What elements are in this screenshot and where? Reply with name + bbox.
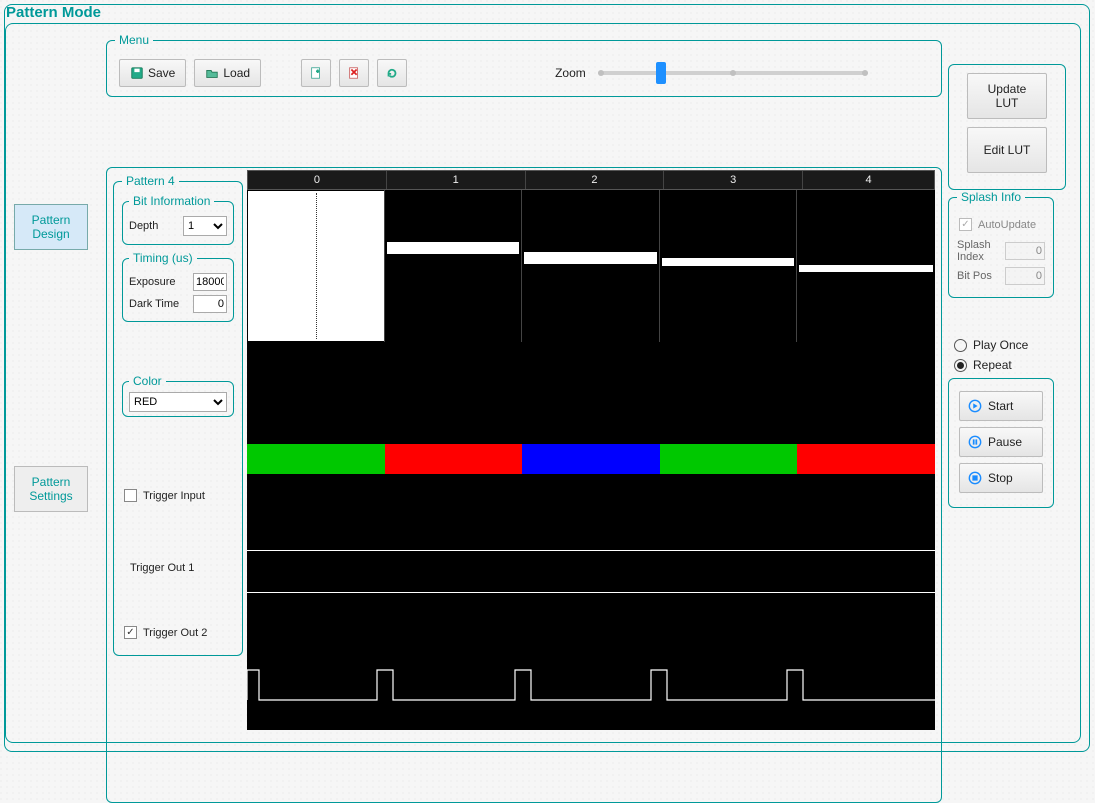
color-slot[interactable] [385, 444, 523, 474]
col-header: 3 [664, 171, 803, 189]
zoom-label: Zoom [555, 66, 586, 80]
pause-icon [968, 435, 982, 449]
refresh-button[interactable] [377, 59, 407, 87]
timing-legend: Timing (us) [129, 251, 197, 265]
trigger-out1-label: Trigger Out 1 [130, 562, 234, 574]
add-pattern-button[interactable] [301, 59, 331, 87]
update-lut-button[interactable]: Update LUT [967, 73, 1047, 119]
splash-index-label: Splash Index [957, 239, 999, 263]
pattern-bar[interactable] [799, 265, 933, 272]
save-button[interactable]: Save [119, 59, 186, 87]
stop-button[interactable]: Stop [959, 463, 1043, 493]
gap-row [247, 342, 935, 444]
zoom-thumb[interactable] [656, 62, 666, 84]
pattern-bar[interactable] [524, 252, 657, 264]
pattern-fieldset: Pattern 4 Bit Information Depth 1 Timing… [113, 174, 243, 656]
depth-select[interactable]: 1 [183, 216, 227, 236]
color-fieldset: Color RED [122, 374, 234, 417]
play-icon [968, 399, 982, 413]
plus-page-icon [309, 66, 323, 80]
autoupdate-checkbox: ✓ [959, 218, 972, 231]
color-slot[interactable] [522, 444, 660, 474]
x-page-icon [347, 66, 361, 80]
trigger-input-label: Trigger Input [143, 490, 205, 502]
color-legend: Color [129, 374, 166, 388]
pause-label: Pause [988, 435, 1022, 449]
darktime-label: Dark Time [129, 298, 187, 310]
lut-buttons-frame: Update LUT Edit LUT [948, 64, 1066, 190]
edit-lut-button[interactable]: Edit LUT [967, 127, 1047, 173]
color-slot[interactable] [247, 444, 385, 474]
bit-info-legend: Bit Information [129, 194, 214, 208]
zoom-slider[interactable] [598, 71, 868, 75]
autoupdate-label: AutoUpdate [978, 219, 1036, 231]
menu-legend: Menu [115, 33, 153, 47]
tab-pattern-design[interactable]: Pattern Design [14, 204, 88, 250]
trigger-out2-lane [247, 630, 935, 714]
content-frame: Pattern 4 Bit Information Depth 1 Timing… [106, 167, 942, 803]
stop-icon [968, 471, 982, 485]
pattern-bar[interactable] [387, 242, 520, 254]
stop-label: Stop [988, 471, 1013, 485]
trigger-input-lane [247, 474, 935, 552]
bottom-pad [247, 714, 935, 730]
selected-pattern-cell[interactable] [248, 191, 384, 341]
col-header: 2 [526, 171, 665, 189]
trigger-input-checkbox[interactable] [124, 489, 137, 502]
timeline-header: 0 1 2 3 4 [247, 170, 935, 190]
splash-index-input [1005, 242, 1045, 260]
depth-label: Depth [129, 220, 177, 232]
col-header: 0 [248, 171, 387, 189]
pattern-legend: Pattern 4 [122, 174, 179, 188]
exposure-label: Exposure [129, 276, 187, 288]
trigger-out2-row[interactable]: ✓ Trigger Out 2 [122, 626, 234, 639]
load-icon [205, 66, 219, 80]
load-button[interactable]: Load [194, 59, 261, 87]
bitpos-input [1005, 267, 1045, 285]
start-button[interactable]: Start [959, 391, 1043, 421]
col-header: 1 [387, 171, 526, 189]
trigger-out2-checkbox[interactable]: ✓ [124, 626, 137, 639]
color-slot[interactable] [660, 444, 798, 474]
timing-fieldset: Timing (us) Exposure Dark Time [122, 251, 234, 322]
trigger-input-row[interactable]: Trigger Input [122, 489, 234, 502]
col-header: 4 [803, 171, 934, 189]
pause-button[interactable]: Pause [959, 427, 1043, 457]
start-label: Start [988, 399, 1013, 413]
remove-pattern-button[interactable] [339, 59, 369, 87]
pattern-row[interactable] [247, 190, 935, 342]
pattern-bar[interactable] [662, 258, 795, 266]
tab-pattern-settings[interactable]: Pattern Settings [14, 466, 88, 512]
playback-frame: Start Pause Stop [948, 378, 1054, 508]
color-row [247, 444, 935, 474]
color-slot[interactable] [797, 444, 935, 474]
save-icon [130, 66, 144, 80]
darktime-input[interactable] [193, 295, 227, 313]
bitpos-label: Bit Pos [957, 270, 999, 282]
trigger-out1-lane [247, 552, 935, 630]
timeline-canvas: 0 1 2 3 4 [247, 170, 935, 790]
refresh-icon [385, 66, 399, 80]
save-label: Save [148, 66, 175, 80]
bit-info-fieldset: Bit Information Depth 1 [122, 194, 234, 245]
menu-box: Menu Save Load Zoom [106, 33, 942, 97]
repeat-radio[interactable]: Repeat [954, 358, 1066, 372]
splash-legend: Splash Info [957, 190, 1025, 204]
exposure-input[interactable] [193, 273, 227, 291]
repeat-label: Repeat [973, 358, 1012, 372]
play-once-label: Play Once [973, 338, 1028, 352]
load-label: Load [223, 66, 250, 80]
play-once-radio[interactable]: Play Once [954, 338, 1066, 352]
color-select[interactable]: RED [129, 392, 227, 412]
trigger-out2-label: Trigger Out 2 [143, 627, 207, 639]
splash-info-fieldset: Splash Info ✓ AutoUpdate Splash Index Bi… [948, 190, 1054, 298]
